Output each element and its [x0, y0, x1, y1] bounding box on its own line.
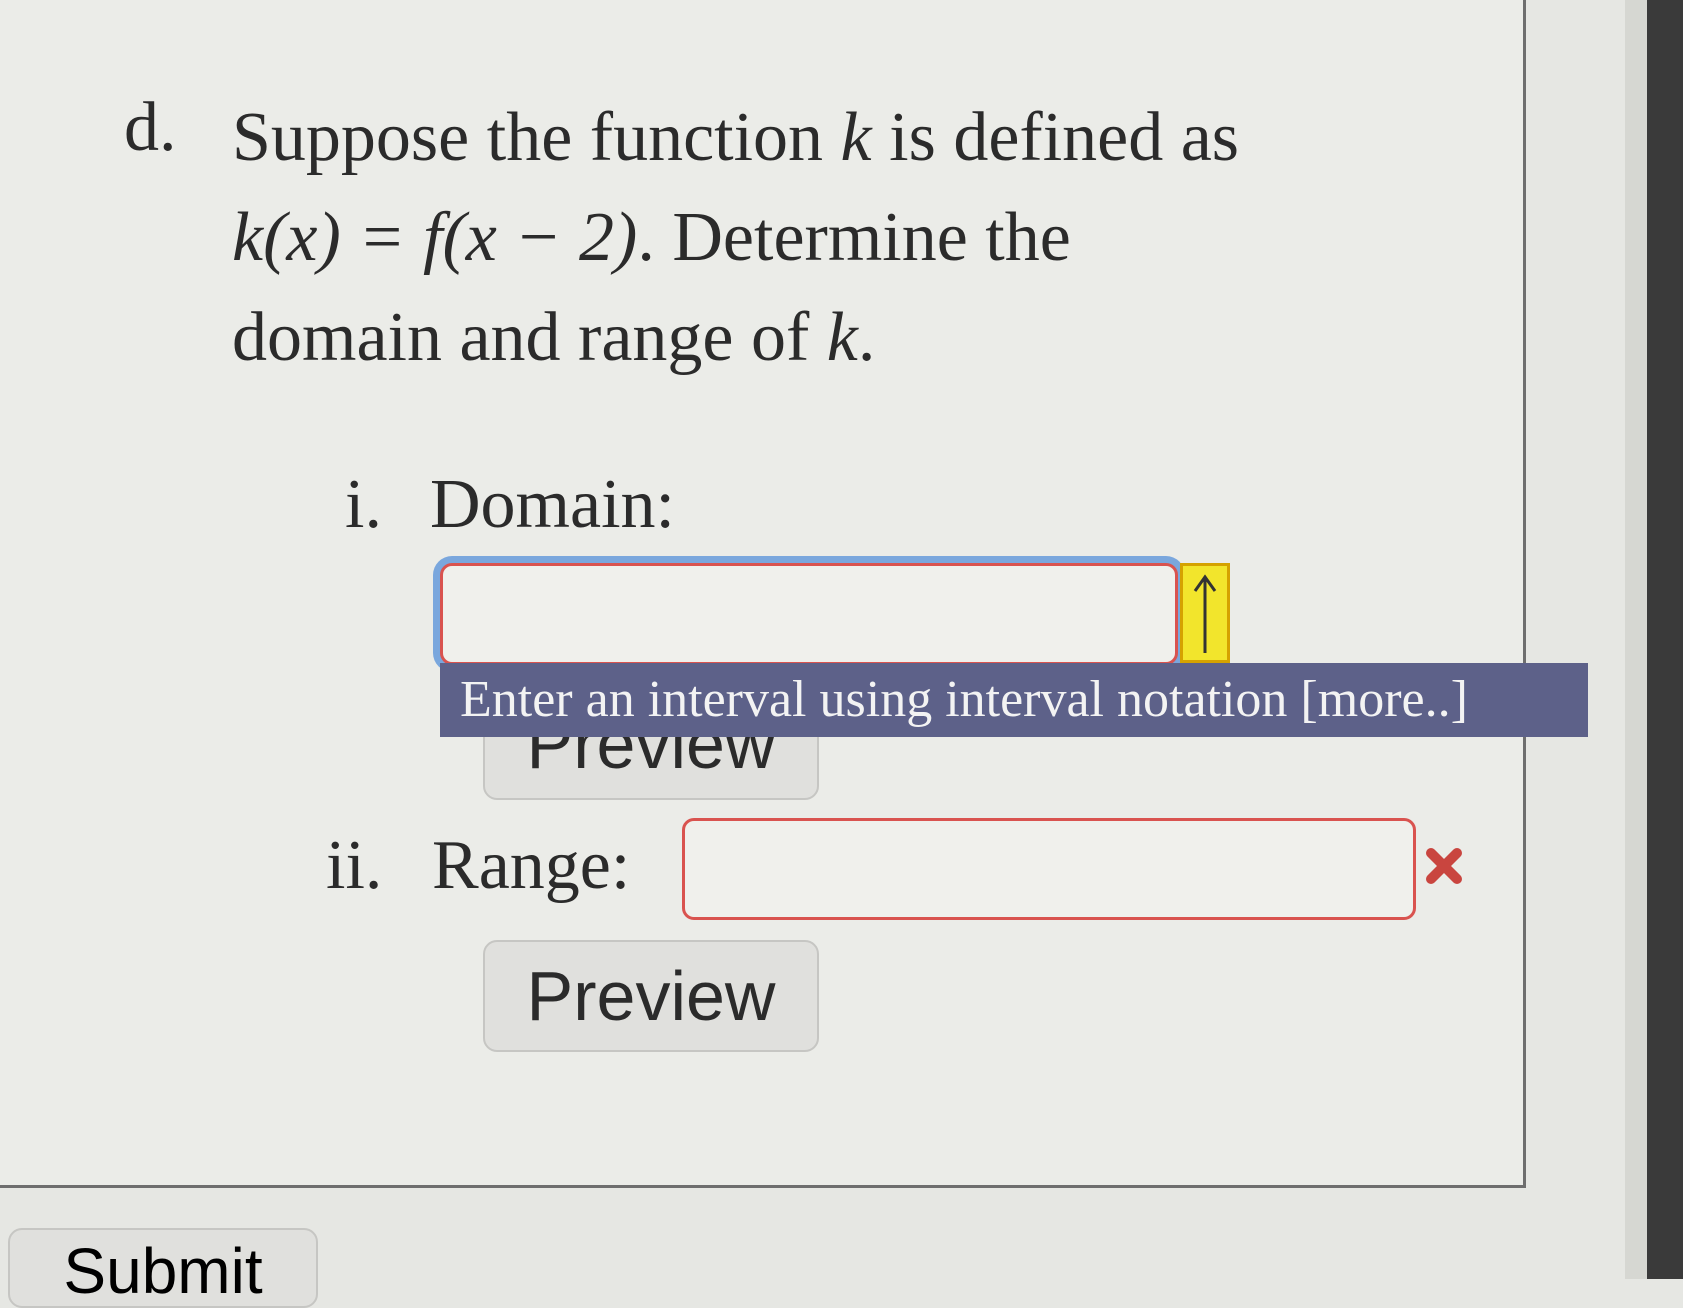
x-mark-icon: [1423, 845, 1465, 887]
domain-hint-tooltip[interactable]: Enter an interval using interval notatio…: [440, 663, 1588, 737]
monitor-bezel: [1647, 0, 1683, 1279]
range-marker: ii.: [326, 827, 383, 904]
question-formula: k(x) = f(x − 2): [232, 199, 638, 276]
question-line1-prefix: Suppose the function: [232, 99, 841, 176]
range-label: Range:: [432, 827, 631, 904]
range-preview-button[interactable]: Preview: [483, 940, 819, 1052]
question-line2-suffix: . Determine the: [637, 199, 1071, 276]
question-variable: k: [840, 99, 872, 176]
monitor-edge: [1625, 0, 1647, 1279]
question-marker: d.: [124, 89, 177, 166]
domain-arrow-button[interactable]: [1180, 563, 1230, 663]
question-variable-2: k: [826, 299, 858, 376]
up-arrow-icon: [1193, 574, 1217, 653]
question-line3-suffix: .: [857, 299, 876, 376]
question-line1-suffix: is defined as: [871, 99, 1240, 176]
domain-input[interactable]: [440, 563, 1178, 665]
question-text: Suppose the function k is defined as k(x)…: [232, 88, 1412, 388]
question-line3-prefix: domain and range of: [232, 299, 827, 376]
domain-marker: i.: [345, 466, 382, 543]
submit-button[interactable]: Submit: [8, 1228, 318, 1308]
domain-label: Domain:: [430, 466, 675, 543]
range-input[interactable]: [682, 818, 1416, 920]
